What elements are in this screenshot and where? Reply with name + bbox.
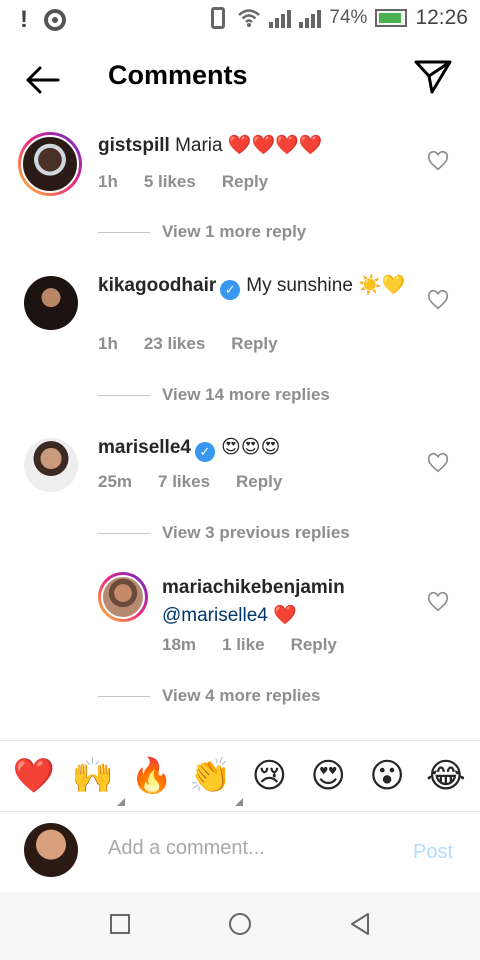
heart-icon[interactable] — [427, 452, 449, 474]
heart-icon[interactable] — [427, 591, 449, 613]
reply-button[interactable]: Reply — [231, 334, 277, 354]
avatar[interactable] — [24, 438, 78, 492]
page-title: Comments — [108, 60, 248, 90]
verified-badge-icon: ✓ — [220, 280, 241, 300]
heart-icon[interactable] — [427, 150, 449, 172]
heart-icon[interactable] — [427, 289, 449, 311]
comment-time: 1h — [98, 172, 118, 191]
comment-likes[interactable]: 5 likes — [144, 172, 196, 192]
emoji-heart-eyes[interactable]: 😍 — [302, 756, 354, 796]
comment-text: mariselle4 ✓ 😍😍😍 — [98, 434, 418, 462]
comment-body: My sunshine — [246, 275, 353, 296]
comment-emoji: ☀️💛 — [358, 275, 406, 296]
emoji-raising-hands[interactable]: 🙌 — [67, 756, 125, 806]
wifi-icon — [238, 9, 261, 27]
avatar[interactable] — [98, 572, 148, 622]
comment-username[interactable]: gistspill — [98, 135, 170, 156]
emoji-crying-face[interactable]: 😢 — [243, 756, 295, 796]
comment-time: 1h — [98, 334, 118, 353]
send-icon[interactable] — [412, 56, 454, 98]
comment-username[interactable]: mariselle4 — [98, 437, 191, 458]
divider — [98, 394, 150, 396]
skin-tone-indicator — [116, 798, 125, 806]
system-nav-bar — [0, 892, 480, 960]
comment-username[interactable]: mariachikebenjamin — [162, 574, 422, 602]
divider — [98, 695, 150, 697]
view-more-label[interactable]: View 1 more reply — [162, 222, 306, 242]
status-bar: ! 74% 12:26 — [0, 0, 480, 38]
emoji-tears-of-joy[interactable]: 😂 — [420, 756, 472, 796]
comment-username[interactable]: kikagoodhair — [98, 275, 216, 296]
battery-icon — [375, 9, 408, 27]
clock: 12:26 — [415, 6, 468, 29]
comment-body: Maria — [175, 135, 223, 156]
view-more-label[interactable]: View 14 more replies — [162, 385, 330, 405]
reply-button[interactable]: Reply — [236, 472, 282, 492]
comment-meta: 1h 5 likes Reply — [98, 172, 268, 192]
view-more-replies[interactable]: View 4 more replies — [98, 686, 320, 706]
divider — [98, 231, 150, 233]
emoji-open-mouth[interactable]: 😮 — [361, 756, 413, 796]
reply-button[interactable]: Reply — [222, 172, 268, 192]
signal-icon — [269, 8, 292, 28]
view-more-replies[interactable]: View 1 more reply — [98, 222, 306, 242]
comment-input[interactable] — [108, 837, 398, 860]
comment-text: gistspill Maria ❤️❤️❤️❤️ — [98, 132, 438, 160]
back-triangle-icon[interactable] — [350, 912, 370, 936]
comment-meta: 1h 23 likes Reply — [98, 334, 278, 354]
comment-likes[interactable]: 23 likes — [144, 334, 205, 354]
comment-time: 25m — [98, 472, 133, 491]
emoji-red-heart[interactable]: ❤️ — [8, 756, 60, 796]
reply-button[interactable]: Reply — [291, 635, 337, 655]
battery-percent: 74% — [329, 7, 368, 28]
comment-emoji: ❤️ — [273, 605, 297, 626]
arrow-left-icon[interactable] — [22, 60, 62, 100]
vibrate-icon — [211, 7, 226, 29]
comment-emoji: 😍😍😍 — [220, 437, 281, 458]
view-previous-replies[interactable]: View 3 previous replies — [98, 523, 350, 543]
skin-tone-indicator — [234, 798, 243, 806]
emoji-clapping-hands[interactable]: 👏 — [185, 756, 243, 806]
disc-icon — [44, 9, 66, 31]
avatar[interactable] — [18, 132, 82, 196]
view-more-replies[interactable]: View 14 more replies — [98, 385, 330, 405]
verified-badge-icon: ✓ — [194, 442, 215, 462]
header: Comments — [0, 40, 480, 118]
mention-link[interactable]: @mariselle4 — [162, 605, 268, 626]
alert-icon: ! — [20, 6, 28, 33]
emoji-quick-bar: ❤️ 🙌 🔥 👏 😢 😍 😮 😂 — [0, 740, 480, 812]
comment-likes[interactable]: 1 like — [222, 635, 265, 655]
view-more-label[interactable]: View 4 more replies — [162, 686, 320, 706]
divider — [98, 532, 150, 534]
recents-icon[interactable] — [110, 914, 130, 934]
signal-icon — [299, 8, 322, 28]
home-icon[interactable] — [229, 913, 251, 935]
comment-meta: 18m 1 like Reply — [162, 635, 337, 655]
comment-likes[interactable]: 7 likes — [158, 472, 210, 492]
comment-time: 18m — [162, 635, 197, 654]
post-button[interactable]: Post — [413, 841, 453, 864]
comment-meta: 25m 7 likes Reply — [98, 472, 282, 492]
avatar — [24, 823, 78, 877]
view-more-label[interactable]: View 3 previous replies — [162, 523, 350, 543]
comment-text: kikagoodhair ✓ My sunshine ☀️💛 — [98, 272, 418, 300]
emoji-fire[interactable]: 🔥 — [126, 756, 178, 796]
comment-text: mariachikebenjamin @mariselle4 ❤️ — [162, 574, 422, 630]
avatar[interactable] — [24, 276, 78, 330]
comment-composer: Post — [0, 813, 480, 891]
comment-emoji: ❤️❤️❤️❤️ — [227, 135, 323, 156]
